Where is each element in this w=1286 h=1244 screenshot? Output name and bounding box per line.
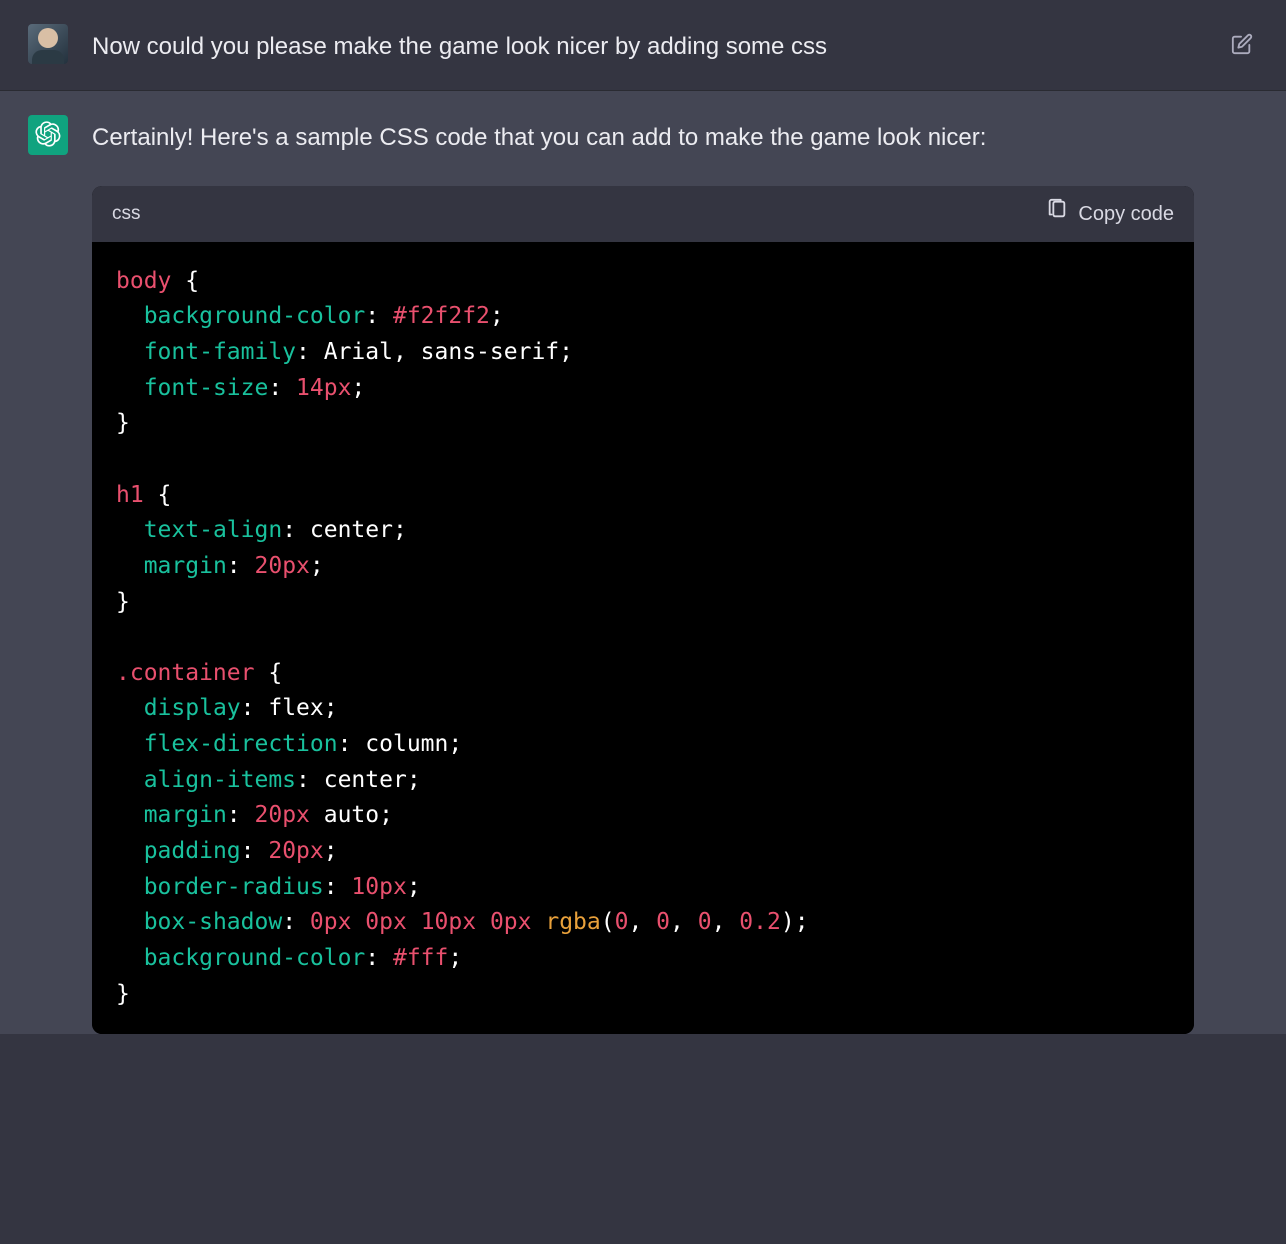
copy-code-label: Copy code xyxy=(1078,198,1174,230)
code-block: css Copy code body { background-color: #… xyxy=(92,186,1194,1034)
code-language-label: css xyxy=(112,199,141,229)
edit-icon xyxy=(1231,33,1253,60)
user-message: Now could you please make the game look … xyxy=(0,0,1286,91)
assistant-message-body: Certainly! Here's a sample CSS code that… xyxy=(92,115,1194,1034)
user-message-text: Now could you please make the game look … xyxy=(92,24,1194,66)
user-avatar xyxy=(28,24,68,64)
code-content[interactable]: body { background-color: #f2f2f2; font-f… xyxy=(92,242,1194,1034)
assistant-message-text: Certainly! Here's a sample CSS code that… xyxy=(92,119,1194,157)
code-block-header: css Copy code xyxy=(92,186,1194,242)
edit-message-button[interactable] xyxy=(1226,30,1258,62)
assistant-avatar xyxy=(28,115,68,155)
chat-thread: Now could you please make the game look … xyxy=(0,0,1286,1034)
clipboard-icon xyxy=(1046,198,1068,230)
assistant-message: Certainly! Here's a sample CSS code that… xyxy=(0,91,1286,1034)
copy-code-button[interactable]: Copy code xyxy=(1046,198,1174,230)
openai-logo-icon xyxy=(35,121,61,150)
